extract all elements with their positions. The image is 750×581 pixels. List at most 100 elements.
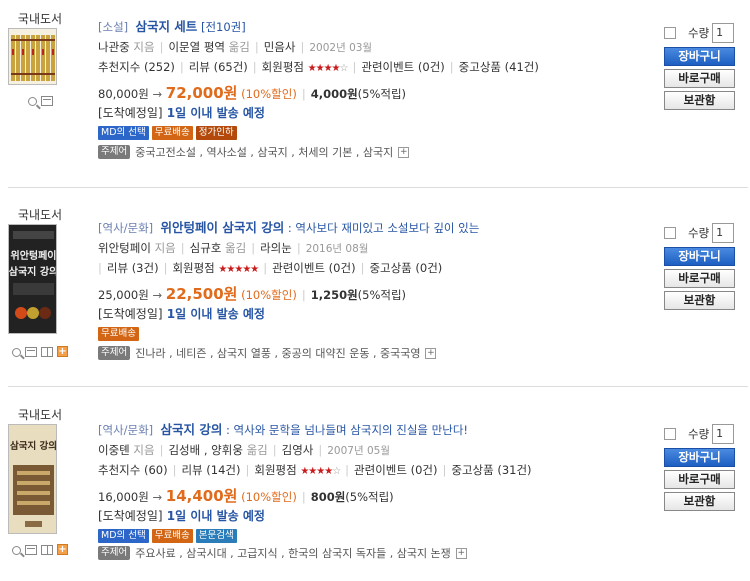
sale-price: 22,500원 [165, 285, 238, 303]
keyword-list[interactable]: 중국고전소설 , 역사소설 , 삼국지 , 처세의 기본 , 삼국지 [135, 144, 393, 160]
review-count[interactable]: 리뷰 (14건) [181, 463, 240, 477]
order-panel: 수량 1 장바구니 바로구매 보관함 [664, 423, 744, 511]
plus-icon[interactable]: + [57, 544, 68, 555]
used-link[interactable]: 중고상품 (0건) [369, 261, 442, 275]
wishlist-button[interactable]: 보관함 [664, 492, 735, 511]
wishlist-button[interactable]: 보관함 [664, 291, 735, 310]
events-link[interactable]: 관련이벤트 (0건) [361, 60, 444, 74]
md-choice-badge: MD의 선택 [98, 126, 149, 140]
book-item: 국내도서 삼국지 강의 + [역사/문화] 삼국지 강의 : 역사와 문학을 넘… [0, 396, 750, 581]
used-link[interactable]: 중고상품 (31건) [451, 463, 531, 477]
svg-text:삼국지 강의: 삼국지 강의 [10, 440, 57, 452]
author-line: 이중톈 지음 | 김성배 , 양휘웅 옮김 | 김영사 | 2007년 05월 [98, 443, 390, 457]
wishlist-button[interactable]: 보관함 [664, 91, 735, 110]
book-info: [역사/문화] 위안텅페이 삼국지 강의 : 역사보다 재미있고 소설보다 깊이… [98, 218, 655, 342]
preview-icon[interactable] [25, 544, 37, 555]
expand-plus-icon[interactable]: + [455, 547, 467, 559]
book-cover[interactable]: 위안텅페이 삼국지 강의 [8, 224, 57, 334]
buy-now-button[interactable]: 바로구매 [664, 269, 735, 288]
recommend-count: 추천지수 (252) [98, 60, 175, 74]
author-name[interactable]: 나관중 [98, 40, 130, 54]
keyword-row: 주제어 진나라 , 네티즌 , 삼국지 열풍 , 중공의 대약진 운동 , 중국… [98, 345, 437, 361]
item-divider [8, 187, 748, 188]
discount-rate: (10%할인) [241, 490, 297, 504]
book-title[interactable]: 삼국지 세트 [135, 19, 197, 34]
keyword-row: 주제어 주요사료 , 삼국시대 , 고급지식 , 한국의 삼국지 독자들 , 삼… [98, 545, 467, 561]
discount-rate: (10%할인) [241, 87, 297, 101]
category-label: 국내도서 [17, 208, 63, 222]
publisher-name[interactable]: 라의눈 [260, 241, 292, 255]
author-name[interactable]: 이중톈 [98, 443, 130, 457]
free-shipping-badge: 무료배송 [151, 126, 193, 140]
book-tools [28, 96, 53, 106]
preview-icon[interactable] [25, 346, 37, 357]
buy-now-button[interactable]: 바로구매 [664, 69, 735, 88]
review-count[interactable]: 리뷰 (65건) [189, 60, 248, 74]
publish-date: 2016년 08월 [305, 243, 369, 255]
translator-name[interactable]: 이문열 평역 [168, 40, 225, 54]
point-rate: (5%적립) [357, 87, 407, 101]
text-search-badge: 본문검색 [195, 529, 237, 543]
translator-name[interactable]: 심규호 [190, 241, 222, 255]
zoom-icon[interactable] [28, 97, 37, 106]
author-role: 지음 [133, 40, 155, 54]
preview-icon[interactable] [41, 96, 53, 106]
book-category[interactable]: [역사/문화] [98, 221, 153, 235]
quantity-label: 수량 [688, 26, 710, 40]
add-to-cart-button[interactable]: 장바구니 [664, 448, 735, 467]
price-line: 25,000원 → 22,500원 (10%할인) | 1,250원(5%적립) [98, 285, 407, 303]
buy-now-button[interactable]: 바로구매 [664, 470, 735, 489]
used-link[interactable]: 중고상품 (41건) [459, 60, 539, 74]
quantity-label: 수량 [688, 226, 710, 240]
price-drop-badge: 정가인하 [195, 126, 237, 140]
keyword-label: 주제어 [98, 346, 131, 360]
quantity-input[interactable]: 1 [712, 23, 735, 43]
book-category[interactable]: [역사/문화] [98, 423, 153, 437]
shipping-info: 1일 이내 발송 예정 [166, 106, 265, 120]
zoom-icon[interactable] [12, 545, 21, 555]
book-info: [역사/문화] 삼국지 강의 : 역사와 문학을 넘나들며 삼국지의 진실을 만… [98, 420, 655, 544]
select-checkbox[interactable] [664, 428, 676, 440]
plus-icon[interactable]: + [57, 346, 68, 357]
add-to-cart-button[interactable]: 장바구니 [664, 247, 735, 266]
zoom-icon[interactable] [12, 347, 21, 357]
book-icon[interactable] [41, 346, 53, 357]
expand-plus-icon[interactable]: + [398, 146, 410, 158]
title-line: [역사/문화] 위안텅페이 삼국지 강의 : 역사보다 재미있고 소설보다 깊이… [98, 218, 655, 238]
book-tools: + [12, 544, 68, 555]
stats-line: | 리뷰 (3건) | 회원평점 ★★★★★ | 관련이벤트 (0건) | 중고상품 (0건) [98, 261, 443, 275]
rating-stars: ★★★★☆ [300, 466, 341, 477]
add-to-cart-button[interactable]: 장바구니 [664, 47, 735, 66]
events-link[interactable]: 관련이벤트 (0건) [272, 261, 355, 275]
select-checkbox[interactable] [664, 227, 676, 239]
publisher-name[interactable]: 김영사 [282, 443, 314, 457]
shipping-info: 1일 이내 발송 예정 [166, 509, 265, 523]
keyword-list[interactable]: 진나라 , 네티즌 , 삼국지 열풍 , 중공의 대약진 운동 , 중국국영 [135, 345, 420, 361]
book-icon[interactable] [41, 544, 53, 555]
quantity-input[interactable]: 1 [712, 223, 735, 243]
author-line: 위안텅페이 지음 | 심규호 옮김 | 라의눈 | 2016년 08월 [98, 241, 369, 255]
translator-role: 옮김 [225, 241, 247, 255]
book-title[interactable]: 위안텅페이 삼국지 강의 [160, 220, 284, 235]
original-price: 16,000원 [98, 490, 149, 504]
author-role: 지음 [154, 241, 176, 255]
quantity-label: 수량 [688, 427, 710, 441]
keyword-list[interactable]: 주요사료 , 삼국시대 , 고급지식 , 한국의 삼국지 독자들 , 삼국지 논… [135, 545, 451, 561]
book-cover[interactable] [8, 28, 57, 85]
quantity-input[interactable]: 1 [712, 424, 735, 444]
translator-name[interactable]: 김성배 , 양휘웅 [168, 443, 242, 457]
review-count[interactable]: 리뷰 (3건) [107, 261, 159, 275]
order-panel: 수량 1 장바구니 바로구매 보관함 [664, 222, 744, 310]
translator-role: 옮김 [228, 40, 250, 54]
select-checkbox[interactable] [664, 27, 676, 39]
shipping-info: 1일 이내 발송 예정 [166, 307, 265, 321]
book-title[interactable]: 삼국지 강의 [160, 422, 222, 437]
expand-plus-icon[interactable]: + [425, 347, 437, 359]
book-cover[interactable]: 삼국지 강의 [8, 424, 57, 534]
free-shipping-badge: 무료배송 [98, 327, 139, 341]
book-category[interactable]: [소설] [98, 20, 128, 34]
publisher-name[interactable]: 민음사 [264, 40, 296, 54]
svg-text:위안텅페이: 위안텅페이 [11, 249, 57, 262]
author-name[interactable]: 위안텅페이 [98, 241, 151, 255]
events-link[interactable]: 관련이벤트 (0건) [354, 463, 437, 477]
